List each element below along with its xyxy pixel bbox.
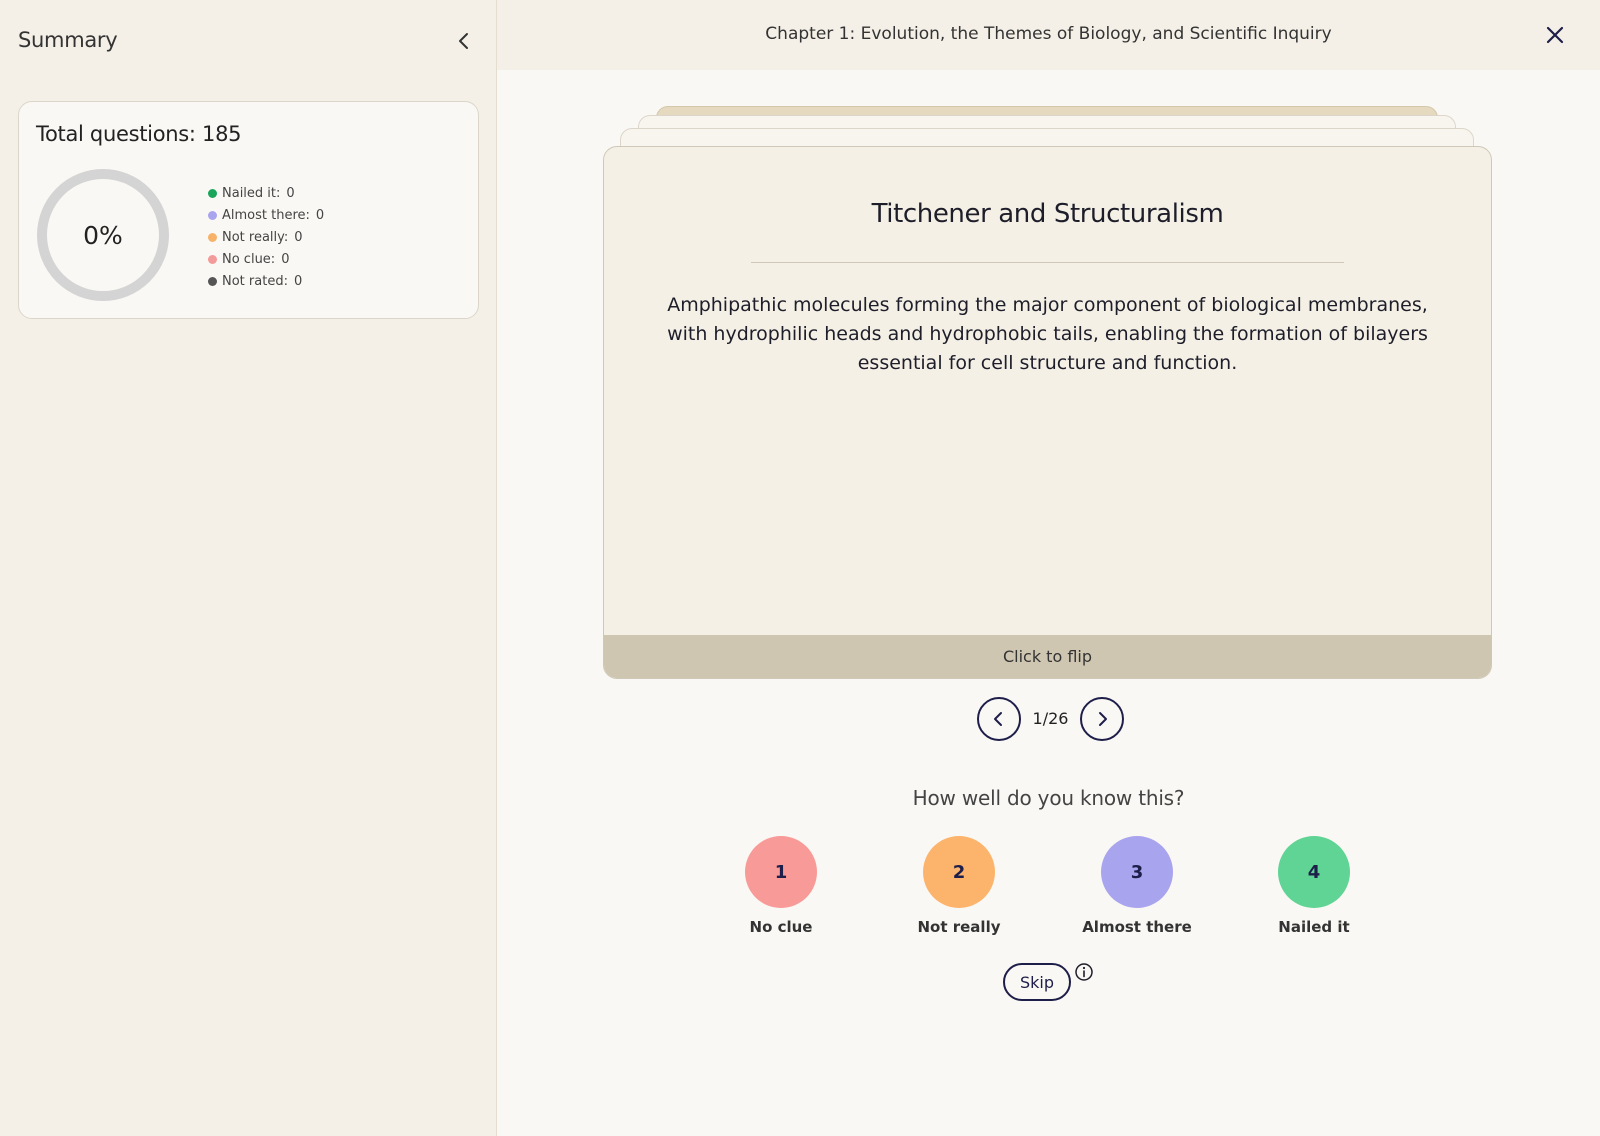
skip-button[interactable]: Skip xyxy=(1003,963,1071,1001)
legend-label: Nailed it: xyxy=(222,185,281,201)
rating-label: Almost there xyxy=(1082,918,1192,936)
rating-not-really-button[interactable]: 2 Not really xyxy=(889,836,1029,936)
rating-legend: Nailed it: 0 Almost there: 0 Not really:… xyxy=(208,182,324,292)
rating-label: Nailed it xyxy=(1278,918,1350,936)
legend-count: 0 xyxy=(293,273,303,289)
card-counter: 1/26 xyxy=(1032,709,1069,728)
flip-button[interactable]: Click to flip xyxy=(604,635,1491,678)
close-icon xyxy=(1546,26,1564,44)
card-divider xyxy=(751,262,1344,263)
summary-card: Total questions: 185 0% Nailed it: 0 Alm… xyxy=(18,101,479,319)
legend-label: Almost there: xyxy=(222,207,310,223)
next-card-button[interactable] xyxy=(1080,697,1124,741)
legend-label: No clue: xyxy=(222,251,276,267)
rating-circle: 3 xyxy=(1101,836,1173,908)
legend-dot xyxy=(208,254,217,264)
legend-dot xyxy=(208,210,217,220)
legend-count: 0 xyxy=(294,229,303,245)
legend-item-not-rated: Not rated: 0 xyxy=(208,270,324,292)
legend-count: 0 xyxy=(281,251,290,267)
rating-circle: 4 xyxy=(1278,836,1350,908)
sidebar: Summary Total questions: 185 0% Nailed i… xyxy=(0,0,497,1136)
legend-count: 0 xyxy=(315,207,325,223)
rating-prompt: How well do you know this? xyxy=(912,786,1185,810)
legend-item-almost-there: Almost there: 0 xyxy=(208,204,324,226)
chevron-left-icon xyxy=(994,712,1002,726)
chapter-title: Chapter 1: Evolution, the Themes of Biol… xyxy=(765,24,1332,44)
sidebar-title: Summary xyxy=(18,28,118,52)
close-button[interactable] xyxy=(1542,22,1568,48)
legend-dot xyxy=(208,232,217,242)
rating-circle: 2 xyxy=(923,836,995,908)
legend-item-nailed-it: Nailed it: 0 xyxy=(208,182,324,204)
rating-nailed-it-button[interactable]: 4 Nailed it xyxy=(1244,836,1384,936)
legend-label: Not really: xyxy=(222,229,289,245)
flashcard[interactable]: Titchener and Structuralism Amphipathic … xyxy=(603,146,1492,679)
rating-label: Not really xyxy=(917,918,1001,936)
legend-label: Not rated: xyxy=(222,273,288,289)
legend-dot xyxy=(208,188,217,198)
legend-count: 0 xyxy=(286,185,295,201)
info-icon[interactable] xyxy=(1074,962,1094,982)
chevron-right-icon xyxy=(1099,712,1107,726)
legend-item-not-really: Not really: 0 xyxy=(208,226,324,248)
legend-dot xyxy=(208,276,217,286)
rating-no-clue-button[interactable]: 1 No clue xyxy=(711,836,851,936)
sidebar-header: Summary xyxy=(18,26,478,58)
progress-percent: 0% xyxy=(83,220,123,250)
legend-item-no-clue: No clue: 0 xyxy=(208,248,324,270)
collapse-sidebar-button[interactable] xyxy=(450,26,478,56)
total-questions: Total questions: 185 xyxy=(36,122,242,146)
rating-circle: 1 xyxy=(745,836,817,908)
rating-almost-there-button[interactable]: 3 Almost there xyxy=(1067,836,1207,936)
main-panel: Chapter 1: Evolution, the Themes of Biol… xyxy=(497,0,1600,1136)
card-title: Titchener and Structuralism xyxy=(871,199,1224,229)
rating-label: No clue xyxy=(749,918,813,936)
previous-card-button[interactable] xyxy=(977,697,1021,741)
chevron-left-icon xyxy=(459,33,468,49)
card-text: Amphipathic molecules forming the major … xyxy=(667,294,1428,374)
top-bar: Chapter 1: Evolution, the Themes of Biol… xyxy=(497,0,1600,70)
